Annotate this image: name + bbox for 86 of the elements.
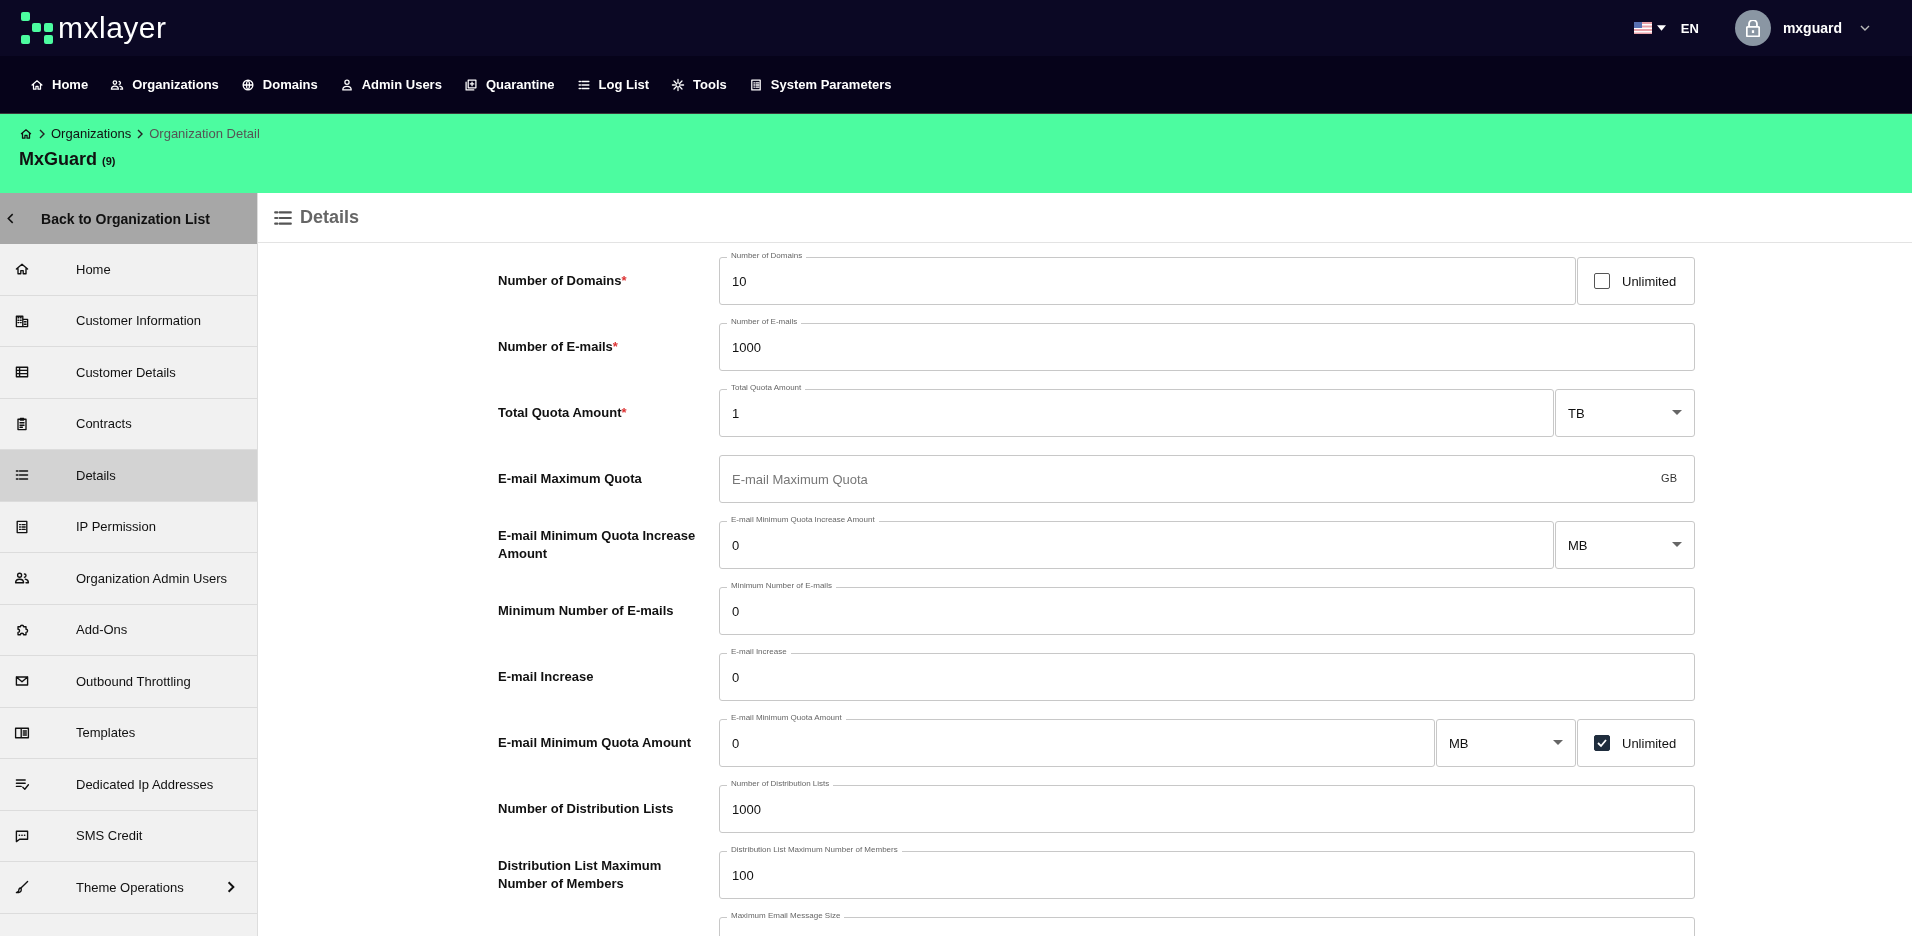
back-button[interactable]: Back to Organization List [0, 193, 257, 244]
nav-link[interactable]: Domains [240, 77, 318, 92]
sidebar-item[interactable]: Customer Information [0, 295, 257, 347]
nav-link[interactable]: Quarantine [463, 77, 555, 92]
checkmark-icon [1596, 737, 1608, 749]
home-icon [30, 77, 44, 92]
nav-link[interactable]: Admin Users [339, 77, 442, 92]
field-label: Minimum Number of E-mails [498, 603, 674, 618]
field-label: Number of E-mails* [498, 339, 618, 354]
brand-name: mxlayer [58, 11, 167, 45]
field-legend: Number of Distribution Lists [727, 779, 834, 789]
field-label: Number of Domains* [498, 273, 627, 288]
lock-icon [1745, 19, 1760, 37]
sidebar-item[interactable]: Theme Operations [0, 862, 257, 914]
field-label: Number of Distribution Lists [498, 801, 674, 816]
stacked-squares-icon [463, 77, 478, 92]
field-legend: Minimum Number of E-mails [727, 581, 836, 591]
flag-icon [1633, 22, 1652, 34]
caret-icon [1672, 410, 1682, 416]
home-icon[interactable] [19, 126, 33, 141]
input-field[interactable]: 0 [719, 587, 1695, 635]
sidebar-item[interactable]: Customer Details [0, 347, 257, 399]
input-field[interactable]: 1000 [719, 323, 1695, 371]
nav-link[interactable]: System Parameters [748, 77, 892, 92]
field-label: Distribution List Maximum Number of Members [498, 858, 662, 891]
chevron-icon [1860, 25, 1870, 31]
input-field[interactable]: 1000 [719, 785, 1695, 833]
chevron-icon [137, 128, 144, 139]
language-selector[interactable]: EN [1633, 20, 1699, 36]
page-title: MxGuard [19, 149, 97, 170]
section-title: Details [300, 207, 360, 228]
breadcrumb-link[interactable]: Organizations [51, 126, 132, 141]
input-field[interactable]: 100 [719, 851, 1695, 899]
field-label: E-mail Minimum Quota Increase Amount [498, 528, 696, 561]
nav-link[interactable]: Tools [671, 77, 727, 92]
sidebar-item[interactable]: Details [0, 450, 257, 502]
user-menu[interactable]: mxguard [1734, 10, 1870, 46]
caret-icon [1672, 542, 1682, 548]
field-legend: E-mail Increase [727, 647, 791, 657]
field-legend: Distribution List Maximum Number of Members [727, 845, 902, 855]
breadcrumb-link[interactable]: Organization Detail [149, 126, 260, 141]
checklist-icon [14, 776, 30, 793]
sidebar-item[interactable]: Organization Admin Users [0, 553, 257, 605]
list-icon [274, 210, 292, 225]
sidebar-item[interactable]: Templates [0, 707, 257, 759]
unit-dropdown[interactable]: MB [1436, 719, 1576, 767]
globe-icon [240, 77, 255, 92]
brush-icon [14, 879, 30, 896]
people-icon [110, 77, 125, 92]
field-label: E-mail Maximum Quota [498, 471, 642, 486]
sidebar-item[interactable]: Add-Ons [0, 604, 257, 656]
caret-icon [1553, 740, 1563, 746]
logo-icon [20, 11, 54, 45]
field-legend: Maximum Email Message Size [727, 911, 845, 921]
unit-dropdown[interactable]: TB [1555, 389, 1695, 437]
field-label: E-mail Minimum Quota Amount [498, 735, 692, 750]
sidebar-item[interactable]: SMS Credit [0, 810, 257, 862]
field-legend: Number of E-mails [727, 317, 802, 327]
sidebar-item[interactable]: Home [0, 244, 257, 296]
person-icon [339, 77, 354, 92]
input-field[interactable]: 10 [719, 257, 1576, 305]
chevron-icon [7, 213, 14, 224]
nav-link[interactable]: Organizations [110, 77, 219, 92]
caret-icon [1656, 25, 1666, 31]
settings-icon [671, 77, 686, 92]
field-legend: Total Quota Amount [727, 383, 806, 393]
field-legend: E-mail Minimum Quota Amount [727, 713, 846, 723]
field-legend: E-mail Minimum Quota Increase Amount [727, 515, 879, 525]
sidebar-item[interactable]: IP Permission [0, 501, 257, 553]
unit-label: GB [1661, 472, 1677, 484]
input-field[interactable]: 0 [719, 653, 1695, 701]
document-list-icon [14, 518, 30, 535]
nav-link[interactable]: Home [30, 77, 89, 92]
unit-dropdown[interactable]: MB [1555, 521, 1695, 569]
field-label: Total Quota Amount* [498, 405, 627, 420]
count-label: (9) [102, 155, 116, 167]
chevron-icon [39, 128, 45, 139]
clipboard-icon [14, 415, 30, 432]
document-list-icon [748, 77, 763, 92]
nav-link[interactable]: Log List [576, 77, 650, 92]
sidebar-item[interactable]: Outbound Throttling [0, 656, 257, 708]
unlimited-checkbox[interactable]: Unlimited [1577, 257, 1695, 305]
field-legend: Number of Domains [727, 251, 807, 261]
unlimited-checkbox[interactable]: Unlimited [1577, 719, 1695, 767]
field-label: E-mail Increase [498, 669, 594, 684]
sidebar-item[interactable]: Dedicated Ip Addresses [0, 759, 257, 811]
